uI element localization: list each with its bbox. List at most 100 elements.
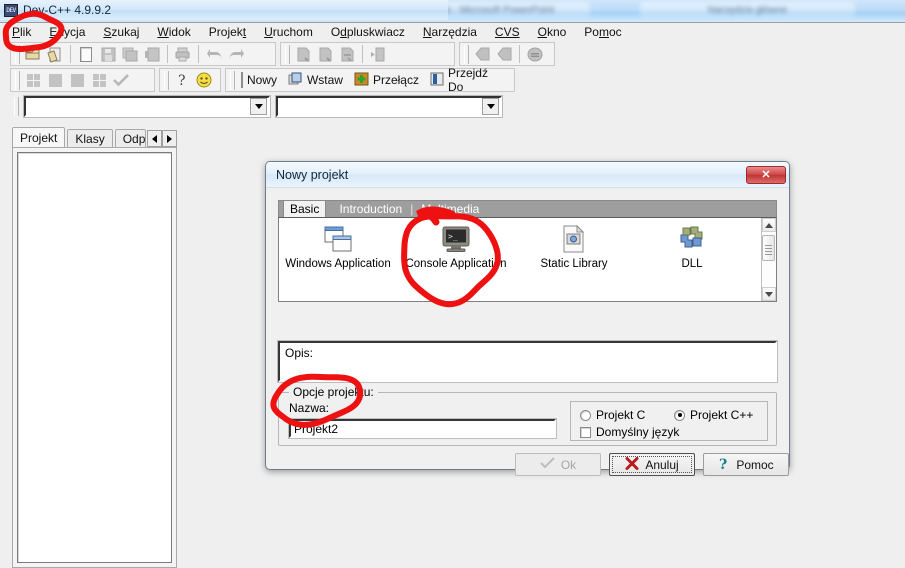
menu-odpluskwiacz[interactable]: Odpluskwiacz xyxy=(331,25,405,39)
radio-icon[interactable] xyxy=(674,409,685,421)
toolbar-row-1 xyxy=(0,41,905,67)
radio-icon[interactable] xyxy=(580,409,591,421)
menu-pomoc[interactable]: Pomoc xyxy=(584,25,621,39)
about-icon[interactable] xyxy=(193,70,215,91)
toolbar-wstaw[interactable]: Wstaw xyxy=(284,70,350,91)
toolbar-grip[interactable] xyxy=(14,96,19,116)
insert-icon xyxy=(288,72,303,89)
dock-tab-label: Projekt xyxy=(20,131,58,145)
toolbar-grip[interactable] xyxy=(15,44,20,64)
dock-tab-label: Klasy xyxy=(75,132,105,146)
dock-tab-odpluskwiacz[interactable]: Odpluskwiacz xyxy=(114,129,146,147)
toolbar-grip[interactable] xyxy=(464,44,469,64)
compiler-combo[interactable] xyxy=(23,94,271,118)
toolbar-przelacz-label: Przełącz xyxy=(372,73,419,87)
menu-okno[interactable]: Okno xyxy=(538,25,567,39)
checkbox-domyslny-jezyk[interactable]: Domyślny język xyxy=(580,425,679,439)
description-label: Opis: xyxy=(285,346,314,360)
new-project-icon[interactable] xyxy=(22,44,44,65)
check-syntax-icon[interactable] xyxy=(110,70,132,91)
toolbar-przejdz-do-label: Przejdź Do xyxy=(447,66,488,94)
project-type-windows-application[interactable]: Windows Application xyxy=(279,224,397,270)
toolbar-band-help: ? xyxy=(159,68,221,92)
scroll-down-icon[interactable] xyxy=(762,287,776,301)
project-tree-list[interactable] xyxy=(17,152,172,563)
dialog-body: Basic|Introduction|Multimedia Window xyxy=(266,188,789,476)
menu-szukaj[interactable]: Szukaj xyxy=(103,25,139,39)
dialog-ok-button[interactable]: Ok xyxy=(515,453,601,476)
toolbar-przelacz[interactable]: Przełącz xyxy=(350,70,426,91)
dock-tab-klasy[interactable]: Klasy xyxy=(67,129,113,147)
redo-icon[interactable] xyxy=(225,44,247,65)
print-icon[interactable] xyxy=(172,44,194,65)
save-file-icon[interactable] xyxy=(97,44,119,65)
toggle-bookmark-icon[interactable] xyxy=(524,44,546,65)
close-file-icon[interactable] xyxy=(141,44,163,65)
toolbar-nowy[interactable]: Nowy xyxy=(237,70,284,91)
language-options-box: Projekt C Projekt C++ Domyślny język xyxy=(570,401,768,441)
dock-body xyxy=(12,147,177,568)
radio-projekt-cpp[interactable]: Projekt C++ xyxy=(674,408,753,422)
project-type-console-application[interactable]: >_ Console Application xyxy=(397,224,515,270)
triangle-right-icon[interactable] xyxy=(162,130,177,147)
help-icon[interactable]: ? xyxy=(171,70,193,91)
project-name-input[interactable]: Projekt2 xyxy=(288,418,557,439)
toolbar-grip[interactable] xyxy=(15,70,20,90)
dialog-title: Nowy projekt xyxy=(276,167,349,182)
toolbar-grip[interactable] xyxy=(285,44,290,64)
project-type-dll[interactable]: DLL xyxy=(633,224,751,270)
toggle-plus-icon xyxy=(354,72,369,89)
save-all-icon[interactable] xyxy=(119,44,141,65)
chevron-down-icon[interactable] xyxy=(250,97,267,115)
radio-projekt-c[interactable]: Projekt C xyxy=(580,408,645,422)
target-combo[interactable] xyxy=(275,94,503,118)
triangle-left-icon[interactable] xyxy=(147,130,162,147)
new-file-icon[interactable] xyxy=(75,44,97,65)
menu-widok[interactable]: Widok xyxy=(157,25,190,39)
menu-projekt[interactable]: Projekt xyxy=(209,25,246,39)
question-icon: ? xyxy=(718,456,730,474)
menu-plik[interactable]: Plik xyxy=(12,25,31,39)
toolbar-grip[interactable] xyxy=(230,70,235,90)
dialog-tabstrip: Basic|Introduction|Multimedia xyxy=(278,200,777,217)
dialog-cancel-button[interactable]: Anuluj xyxy=(609,453,695,476)
dialog-tab-introduction[interactable]: Introduction xyxy=(333,201,408,217)
menu-cvs[interactable]: CVS xyxy=(495,25,520,39)
dock-tab-projekt[interactable]: Projekt xyxy=(12,127,66,147)
dialog-tab-multimedia[interactable]: Multimedia xyxy=(415,201,485,217)
scrollbar-thumb[interactable] xyxy=(762,235,775,261)
undo-icon[interactable] xyxy=(203,44,225,65)
compile-icon[interactable] xyxy=(22,70,44,91)
dialog-tab-basic[interactable]: Basic xyxy=(283,200,327,217)
toolbar-grip[interactable] xyxy=(164,70,169,90)
run-icon[interactable] xyxy=(44,70,66,91)
close-icon[interactable]: ✕ xyxy=(746,165,786,184)
project-type-static-library[interactable]: Static Library xyxy=(515,224,633,270)
dock-tab-scroll-buttons xyxy=(147,130,177,147)
dialog-help-label: Pomoc xyxy=(736,457,774,472)
compile-run-icon[interactable] xyxy=(66,70,88,91)
goto-line-icon[interactable] xyxy=(367,44,389,65)
find-next-icon[interactable] xyxy=(314,44,336,65)
dialog-help-button[interactable]: ? Pomoc xyxy=(703,453,789,476)
rebuild-all-icon[interactable] xyxy=(88,70,110,91)
toolbar-band-project-actions: Nowy Wstaw Przełącz Przejdź Do xyxy=(225,66,515,94)
open-project-icon[interactable] xyxy=(44,44,66,65)
scroll-up-icon[interactable] xyxy=(762,218,776,232)
menu-edycja[interactable]: Edycja xyxy=(49,25,85,39)
toolbar-band-compile xyxy=(10,68,155,92)
project-options-legend: Opcje projektu: xyxy=(289,385,378,399)
chevron-down-icon[interactable] xyxy=(482,97,499,115)
checkbox-icon[interactable] xyxy=(580,426,591,438)
toolbar-separator xyxy=(198,45,199,63)
forward-icon[interactable] xyxy=(493,44,515,65)
replace-icon[interactable] xyxy=(336,44,358,65)
menu-uruchom[interactable]: Uruchom xyxy=(264,25,313,39)
toolbar-przejdz-do[interactable]: Przejdź Do xyxy=(426,66,512,94)
svg-text:?: ? xyxy=(719,457,727,471)
console-application-icon: >_ xyxy=(439,224,473,254)
back-icon[interactable] xyxy=(471,44,493,65)
description-box: Opis: xyxy=(277,340,778,383)
menu-narzedzia[interactable]: Narzędzia xyxy=(423,25,477,39)
find-icon[interactable] xyxy=(292,44,314,65)
